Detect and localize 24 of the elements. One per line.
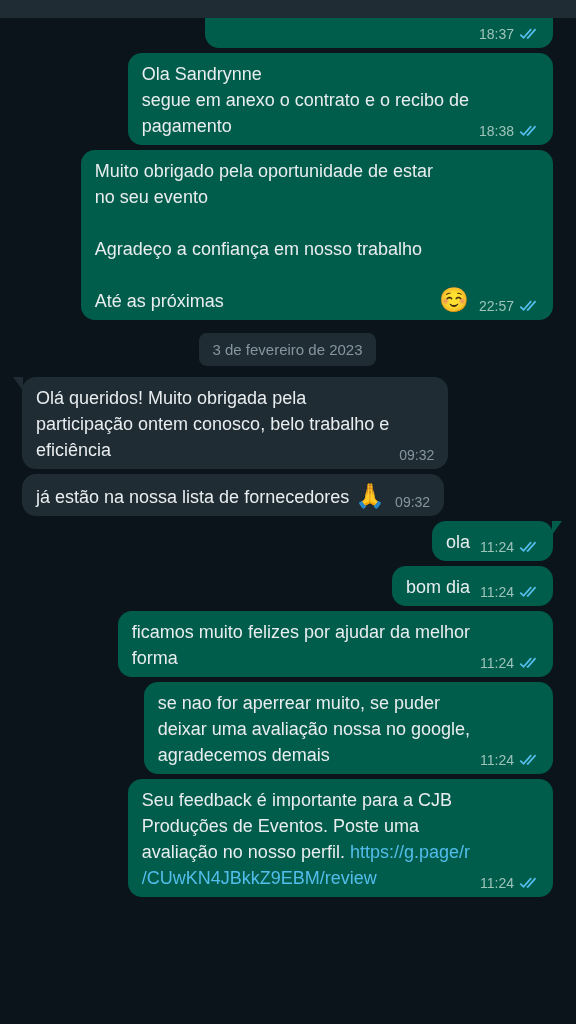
- message-time: 18:38: [478, 123, 514, 139]
- message-text: Ola Sandrynne segue em anexo o contrato e o recibo de pagamento: [141, 63, 469, 138]
- message-text: se nao for aperrear muito, se puder deixar uma avaliação nossa no google, agradecemos demais: [157, 692, 470, 767]
- message-time: 09:32: [395, 494, 431, 510]
- message-time: 18:37: [478, 26, 514, 42]
- message-text: Muito obrigado pela oportunidade de estar no seu evento Agradeço a confiança em nosso trabalho Até as próximas: [94, 160, 434, 313]
- emoji: ☺: [439, 286, 469, 314]
- message-text: ficamos muito felizes por ajudar da melhor forma: [131, 621, 470, 670]
- message-time: 11:24: [480, 584, 514, 600]
- message-text: Seu feedback é importante para a CJB Produções de Eventos. Poste uma avaliação no nosso perfil. https://g.page/r /CUwKN4JBkkZ9EBM/review: [141, 789, 470, 890]
- message-time: 11:24: [480, 539, 514, 555]
- message-text: ola: [445, 531, 470, 554]
- message-text: bom dia: [405, 576, 470, 599]
- message-text: Olá queridos! Muito obrigada pela participação ontem conosco, belo trabalho e eficiência: [36, 387, 390, 462]
- message-text: já estão na nossa lista de fornecedores: [36, 486, 350, 509]
- date-chip: 3 de fevereiro de 2023: [199, 333, 376, 366]
- message-time: 22:57: [478, 298, 514, 314]
- emoji: 🙏: [355, 482, 386, 510]
- link[interactable]: https://g.page/r: [349, 842, 470, 862]
- message-time: 11:24: [480, 752, 514, 768]
- link[interactable]: /CUwKN4JBkkZ9EBM/review: [141, 868, 377, 888]
- message-time: 09:32: [399, 447, 435, 463]
- message-time: 11:24: [480, 875, 514, 891]
- message-time: 11:24: [480, 655, 514, 671]
